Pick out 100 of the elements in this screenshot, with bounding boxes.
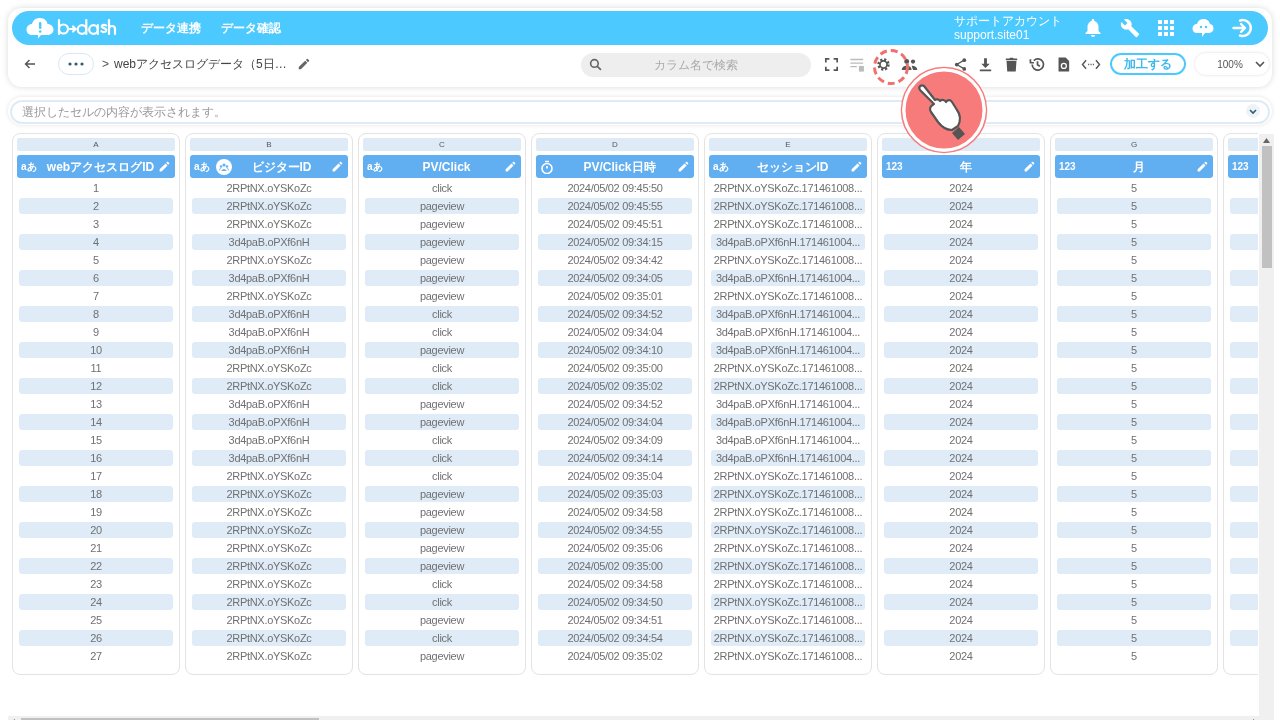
table-cell[interactable]: 2024 [884, 450, 1038, 466]
table-cell[interactable]: 22 [19, 558, 173, 574]
table-cell[interactable]: 3d4paB.oPXf6nH [192, 306, 346, 322]
table-cell[interactable]: 2024 [884, 306, 1038, 322]
table-cell[interactable]: 2024/05/02 09:34:09 [538, 432, 692, 448]
table-cell[interactable]: 2024 [884, 630, 1038, 646]
zoom-select[interactable]: 100% [1195, 53, 1269, 75]
table-cell[interactable]: 5 [1057, 396, 1211, 412]
edit-pencil-icon[interactable] [504, 160, 517, 173]
table-cell[interactable]: pageview [365, 414, 519, 430]
table-cell[interactable]: 2RPtNX.oYSKoZc.171461008... [711, 486, 865, 502]
breadcrumb-title[interactable]: webアクセスログデータ（5日… [114, 55, 287, 73]
table-cell[interactable]: 2RPtNX.oYSKoZc.171461008... [711, 504, 865, 520]
table-cell[interactable]: 1 [19, 180, 173, 196]
table-cell[interactable]: 8 [19, 306, 173, 322]
table-cell[interactable]: 3d4paB.oPXf6nH.171461004... [711, 270, 865, 286]
table-cell[interactable]: 2RPtNX.oYSKoZc.171461008... [711, 558, 865, 574]
edit-pencil-icon[interactable] [1196, 160, 1209, 173]
trash-icon[interactable] [1003, 55, 1020, 73]
table-cell[interactable]: 2024 [884, 558, 1038, 574]
table-cell[interactable]: 7 [19, 288, 173, 304]
table-cell[interactable]: 3d4paB.oPXf6nH [192, 234, 346, 250]
vertical-scrollbar[interactable] [1259, 134, 1274, 717]
table-cell[interactable]: 2024/05/02 09:34:50 [538, 594, 692, 610]
edit-pencil-icon[interactable] [677, 160, 690, 173]
history-icon[interactable] [1029, 55, 1046, 73]
table-cell[interactable]: click [365, 180, 519, 196]
table-cell[interactable]: 2024 [884, 522, 1038, 538]
apps-grid-icon[interactable] [1158, 20, 1174, 36]
table-cell[interactable]: 5 [1057, 216, 1211, 232]
table-cell[interactable]: 5 [1057, 540, 1211, 556]
table-cell[interactable]: 5 [1057, 234, 1211, 250]
table-cell[interactable]: 5 [1057, 306, 1211, 322]
cell-content-field[interactable]: 選択したセルの内容が表示されます。 [10, 100, 1270, 124]
table-cell[interactable]: 5 [1057, 252, 1211, 268]
table-cell[interactable]: 20 [19, 522, 173, 538]
table-cell[interactable]: 14 [19, 414, 173, 430]
table-cell[interactable]: 2RPtNX.oYSKoZc [192, 612, 346, 628]
table-cell[interactable]: 6 [19, 270, 173, 286]
table-cell[interactable]: 5 [1057, 324, 1211, 340]
table-cell[interactable]: 2RPtNX.oYSKoZc [192, 594, 346, 610]
table-cell[interactable]: 27 [19, 648, 173, 664]
more-button[interactable] [58, 53, 94, 75]
table-cell[interactable]: pageview [365, 612, 519, 628]
column-search-field[interactable]: カラム名で検索 [581, 53, 811, 77]
table-cell[interactable]: 2024/05/02 09:34:58 [538, 504, 692, 520]
table-cell[interactable]: 5 [1057, 486, 1211, 502]
table-cell[interactable]: 2024/05/02 09:34:14 [538, 450, 692, 466]
table-cell[interactable]: 2RPtNX.oYSKoZc [192, 216, 346, 232]
table-cell[interactable]: 2024/05/02 09:34:15 [538, 234, 692, 250]
table-cell[interactable]: 2024 [884, 324, 1038, 340]
table-cell[interactable]: 2RPtNX.oYSKoZc.171461008... [711, 522, 865, 538]
table-cell[interactable]: 5 [1057, 432, 1211, 448]
table-cell[interactable]: 21 [19, 540, 173, 556]
table-cell[interactable]: 2024 [884, 216, 1038, 232]
table-cell[interactable]: 2024 [884, 180, 1038, 196]
table-cell[interactable]: 2024/05/02 09:34:54 [538, 630, 692, 646]
table-cell[interactable]: 2RPtNX.oYSKoZc [192, 630, 346, 646]
download-icon[interactable] [977, 55, 994, 73]
table-cell[interactable]: 2024/05/02 09:34:05 [538, 270, 692, 286]
table-cell[interactable]: 2RPtNX.oYSKoZc [192, 360, 346, 376]
table-cell[interactable]: pageview [365, 234, 519, 250]
users-icon[interactable] [901, 58, 918, 70]
table-cell[interactable]: 2024/05/02 09:35:03 [538, 486, 692, 502]
table-cell[interactable]: 2RPtNX.oYSKoZc [192, 576, 346, 592]
table-cell[interactable]: 2024 [884, 594, 1038, 610]
table-cell[interactable]: 2024/05/02 09:35:04 [538, 468, 692, 484]
table-cell[interactable]: 5 [1057, 594, 1211, 610]
table-cell[interactable]: pageview [365, 216, 519, 232]
table-cell[interactable]: 3d4paB.oPXf6nH.171461004... [711, 450, 865, 466]
table-cell[interactable]: 2024 [884, 252, 1038, 268]
table-cell[interactable]: 2RPtNX.oYSKoZc.171461008... [711, 252, 865, 268]
table-cell[interactable]: click [365, 576, 519, 592]
table-cell[interactable]: 5 [1057, 342, 1211, 358]
back-arrow-icon[interactable] [24, 58, 36, 70]
table-cell[interactable]: 5 [1057, 180, 1211, 196]
settings-icon[interactable] [875, 55, 892, 73]
table-cell[interactable]: 2RPtNX.oYSKoZc.171461008... [711, 540, 865, 556]
table-cell[interactable]: 2024 [884, 360, 1038, 376]
table-cell[interactable]: 2024 [884, 504, 1038, 520]
table-cell[interactable]: 2024/05/02 09:34:04 [538, 414, 692, 430]
table-cell[interactable]: 3d4paB.oPXf6nH [192, 270, 346, 286]
table-cell[interactable]: pageview [365, 288, 519, 304]
table-cell[interactable]: 2RPtNX.oYSKoZc [192, 540, 346, 556]
table-cell[interactable]: 3d4paB.oPXf6nH.171461004... [711, 432, 865, 448]
table-cell[interactable]: 3d4paB.oPXf6nH [192, 432, 346, 448]
table-cell[interactable]: 2024 [884, 486, 1038, 502]
table-cell[interactable]: 2RPtNX.oYSKoZc.171461008... [711, 378, 865, 394]
table-cell[interactable]: click [365, 432, 519, 448]
column-letter[interactable]: A [17, 138, 175, 151]
table-cell[interactable]: 16 [19, 450, 173, 466]
table-cell[interactable]: 2024/05/02 09:34:42 [538, 252, 692, 268]
edit-pencil-icon[interactable] [850, 160, 863, 173]
logo[interactable] [26, 17, 117, 39]
table-cell[interactable]: 15 [19, 432, 173, 448]
table-cell[interactable]: 2024 [884, 342, 1038, 358]
table-cell[interactable]: 2RPtNX.oYSKoZc [192, 288, 346, 304]
table-cell[interactable]: 5 [1057, 270, 1211, 286]
table-cell[interactable]: pageview [365, 522, 519, 538]
table-cell[interactable]: pageview [365, 504, 519, 520]
